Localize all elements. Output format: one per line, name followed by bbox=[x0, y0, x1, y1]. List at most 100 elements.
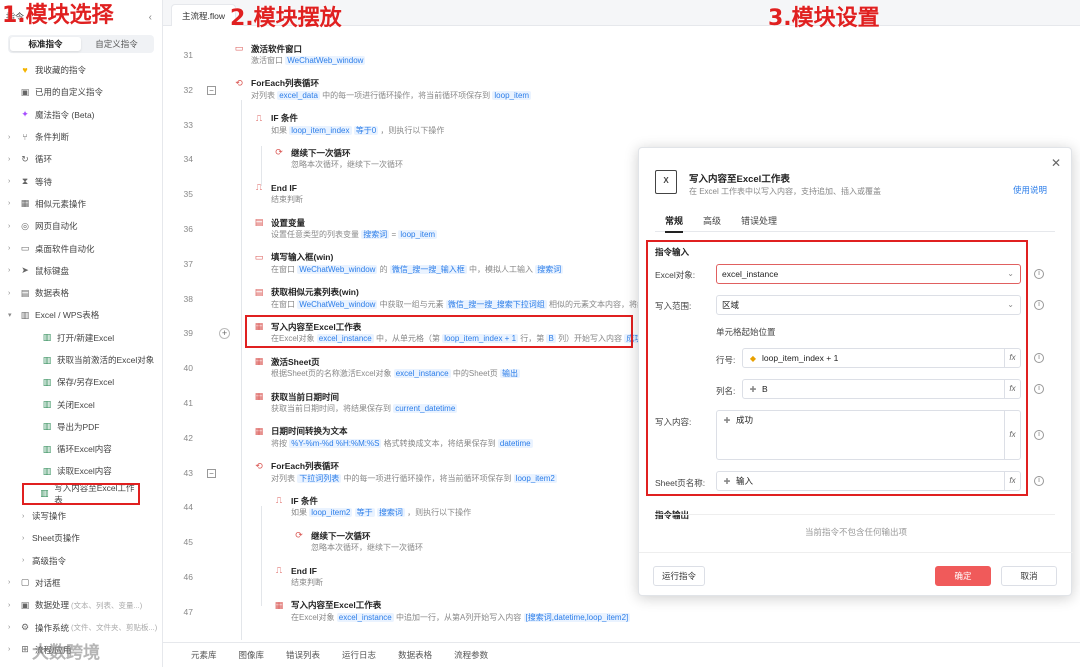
flow-node[interactable]: ▦ 激活Sheet页 根据Sheet页的名称激活Excel对象 excel_inst… bbox=[253, 355, 520, 380]
info-icon[interactable]: i bbox=[1034, 269, 1044, 279]
sidebar-excel-command-1[interactable]: ▥ 获取当前激活的Excel对象 bbox=[0, 349, 162, 371]
variable-chip[interactable]: loop_item2 bbox=[309, 508, 353, 518]
bottom-tab-4[interactable]: 数据表格 bbox=[398, 649, 432, 661]
fx-button[interactable]: fx bbox=[1004, 380, 1020, 398]
variable-chip[interactable]: 下拉词列表 bbox=[297, 473, 342, 483]
variable-chip[interactable]: 搜索词 bbox=[376, 508, 405, 518]
variable-chip[interactable]: %Y-%m-%d %H:%M:%S bbox=[289, 438, 382, 448]
variable-chip[interactable]: WeChatWeb_window bbox=[285, 56, 366, 65]
collapse-icon[interactable]: ‹ bbox=[149, 12, 152, 23]
sidebar-item-5[interactable]: › ⧗ 等待 bbox=[0, 170, 162, 192]
tab-error-handling[interactable]: 错误处理 bbox=[741, 214, 777, 227]
sidebar-item-11[interactable]: ▾ ▥ Excel / WPS表格 bbox=[0, 304, 162, 326]
column-input[interactable]: ✚ B fx bbox=[742, 379, 1021, 399]
flow-node[interactable]: ▤ 获取相似元素列表(win) 在窗口 WeChatWeb_window 中获取一组… bbox=[253, 286, 669, 311]
flow-node[interactable]: ▦ 获取当前日期时间 获取当前日期时间，将结果保存到 current_datetim… bbox=[253, 390, 458, 415]
variable-chip[interactable]: loop_item_index bbox=[289, 125, 352, 135]
run-command-button[interactable]: 运行指令 bbox=[653, 566, 705, 586]
flow-node[interactable]: ▭ 填写输入框(win) 在窗口 WeChatWeb_window 的 微信_搜一搜… bbox=[253, 251, 564, 276]
flow-node[interactable]: ▦ 日期时间转换为文本 将按 %Y-%m-%d %H:%M:%S 格式转换成文本，将… bbox=[253, 425, 533, 450]
sidebar-item-0[interactable]: ♥ 我收藏的指令 bbox=[0, 59, 162, 81]
flow-node[interactable]: ⎍ IF 条件 如果 loop_item2 等于 搜索词 ，则执行以下操作 bbox=[273, 494, 471, 519]
bottom-tab-2[interactable]: 错误列表 bbox=[286, 649, 320, 661]
sidebar-excel-command-2[interactable]: ▥ 保存/另存Excel bbox=[0, 371, 162, 393]
sidebar-excel-command-3[interactable]: ▥ 关闭Excel bbox=[0, 393, 162, 415]
flow-row[interactable]: 32 − ⟲ ForEach列表循环 对列表 excel_data 中的每一项进行循环操… bbox=[163, 71, 1080, 106]
sidebar-item-4[interactable]: › ↻ 循环 bbox=[0, 148, 162, 170]
flow-node[interactable]: ▤ 设置变量 设置任意类型的列表变量 搜索词 = loop_item bbox=[253, 216, 438, 241]
fx-button[interactable]: fx bbox=[1004, 411, 1020, 459]
sidebar-bottom-item-0[interactable]: › ▢ 对话框 bbox=[0, 572, 162, 594]
flow-node[interactable]: ⎍ IF 条件 如果 loop_item_index 等于0 ，则执行以下操作 bbox=[253, 112, 444, 137]
sidebar-item-2[interactable]: ✦ 魔法指令 (Beta) bbox=[0, 104, 162, 126]
info-icon[interactable]: i bbox=[1034, 300, 1044, 310]
flow-node[interactable]: ⎍ End IF 结束判断 bbox=[273, 564, 323, 589]
flow-node[interactable]: ⟳ 继续下一次循环 忽略本次循环，继续下一次循环 bbox=[293, 529, 423, 554]
variable-chip[interactable]: excel_instance bbox=[336, 612, 394, 622]
sidebar-excel-group-0[interactable]: › 读写操作 bbox=[0, 505, 162, 527]
flow-node[interactable]: ▦ 写入内容至Excel工作表 在Excel对象 excel_instance 中追… bbox=[273, 599, 631, 624]
variable-chip[interactable]: current_datetime bbox=[393, 404, 458, 413]
variable-chip[interactable]: 搜索词 bbox=[361, 230, 390, 239]
bottom-tab-1[interactable]: 图像库 bbox=[239, 649, 265, 661]
variable-chip[interactable]: WeChatWeb_window bbox=[297, 264, 378, 274]
tab-main-flow[interactable]: 主流程.flow bbox=[171, 4, 236, 26]
variable-chip[interactable]: excel_data bbox=[277, 90, 320, 100]
bottom-tab-3[interactable]: 运行日志 bbox=[342, 649, 376, 661]
sidebar-item-8[interactable]: › ▭ 桌面软件自动化 bbox=[0, 237, 162, 259]
cancel-button[interactable]: 取消 bbox=[1001, 566, 1057, 586]
flow-row[interactable]: 31 ▭ 激活软件窗口 激活窗口 WeChatWeb_window bbox=[163, 36, 1080, 71]
variable-chip[interactable]: loop_item bbox=[398, 230, 438, 239]
tab-advanced[interactable]: 高级 bbox=[703, 214, 721, 227]
info-icon[interactable]: i bbox=[1034, 353, 1044, 363]
variable-chip[interactable]: loop_item bbox=[492, 90, 532, 100]
info-icon[interactable]: i bbox=[1034, 384, 1044, 394]
excel-object-select[interactable]: excel_instance ⌄ bbox=[716, 264, 1021, 284]
help-link[interactable]: 使用说明 bbox=[1013, 184, 1047, 196]
info-icon[interactable]: i bbox=[1034, 476, 1044, 486]
sidebar-item-7[interactable]: › ◎ 网页自动化 bbox=[0, 215, 162, 237]
write-range-select[interactable]: 区域 ⌄ bbox=[716, 295, 1021, 315]
fx-button[interactable]: fx bbox=[1004, 472, 1020, 490]
variable-chip[interactable]: excel_instance bbox=[393, 369, 451, 379]
add-icon[interactable]: + bbox=[219, 328, 230, 340]
variable-chip[interactable]: [搜索词,datetime,loop_item2] bbox=[523, 612, 631, 622]
row-input[interactable]: ◆ loop_item_index + 1 fx bbox=[742, 348, 1021, 368]
variable-chip[interactable]: loop_item2 bbox=[513, 473, 557, 483]
sheet-name-input[interactable]: ✚ 输入 fx bbox=[716, 471, 1021, 491]
sidebar-item-9[interactable]: › ➤ 鼠标键盘 bbox=[0, 260, 162, 282]
sidebar-excel-command-7[interactable]: ▥ 写入内容至Excel工作表 bbox=[22, 482, 140, 505]
flow-row[interactable]: 33 ⎍ IF 条件 如果 loop_item_index 等于0 ，则执行以下操作 bbox=[163, 106, 1080, 141]
ok-button[interactable]: 确定 bbox=[935, 566, 991, 586]
flow-row[interactable]: 47 ▦ 写入内容至Excel工作表 在Excel对象 excel_instance … bbox=[163, 593, 1080, 628]
close-icon[interactable]: ✕ bbox=[1051, 156, 1061, 170]
tab-general[interactable]: 常规 bbox=[665, 214, 684, 233]
sidebar-excel-command-0[interactable]: ▥ 打开/新建Excel bbox=[0, 327, 162, 349]
flow-node[interactable]: ⟳ 继续下一次循环 忽略本次循环，继续下一次循环 bbox=[273, 146, 403, 171]
sidebar-excel-group-2[interactable]: › 高级指令 bbox=[0, 550, 162, 572]
sidebar-excel-command-4[interactable]: ▥ 导出为PDF bbox=[0, 416, 162, 438]
fx-button[interactable]: fx bbox=[1004, 349, 1020, 367]
flow-node[interactable]: ⟲ ForEach列表循环 对列表 excel_data 中的每一项进行循环操作，将… bbox=[233, 77, 532, 102]
variable-chip[interactable]: WeChatWeb_window bbox=[297, 299, 378, 309]
variable-chip[interactable]: 微信_搜一搜_输入框 bbox=[389, 264, 467, 274]
sidebar-bottom-item-1[interactable]: › ▣ 数据处理 (文本、列表、变量...) bbox=[0, 594, 162, 616]
info-icon[interactable]: i bbox=[1034, 430, 1044, 440]
collapse-toggle-icon[interactable]: − bbox=[207, 85, 216, 95]
content-textarea[interactable]: ✚ 成功 fx bbox=[716, 410, 1021, 460]
sidebar-excel-group-1[interactable]: › Sheet页操作 bbox=[0, 527, 162, 549]
variable-chip[interactable]: 微信_搜一搜_搜索下拉词组 bbox=[445, 299, 547, 309]
sidebar-item-3[interactable]: › ⑂ 条件判断 bbox=[0, 126, 162, 148]
flow-node[interactable]: ▭ 激活软件窗口 激活窗口 WeChatWeb_window bbox=[233, 42, 366, 67]
variable-chip[interactable]: datetime bbox=[497, 438, 533, 448]
sidebar-bottom-item-2[interactable]: › ⚙ 操作系统 (文件、文件夹、剪贴板...) bbox=[0, 616, 162, 638]
tab-custom-commands[interactable]: 自定义指令 bbox=[81, 37, 152, 51]
variable-chip[interactable]: 等于0 bbox=[353, 125, 379, 135]
sidebar-excel-command-5[interactable]: ▥ 循环Excel内容 bbox=[0, 438, 162, 460]
bottom-tab-0[interactable]: 元素库 bbox=[191, 649, 217, 661]
variable-chip[interactable]: 等于 bbox=[354, 508, 375, 518]
sidebar-item-6[interactable]: › ▦ 相似元素操作 bbox=[0, 193, 162, 215]
bottom-tab-5[interactable]: 流程参数 bbox=[454, 649, 488, 661]
sidebar-item-1[interactable]: ▣ 已用的自定义指令 bbox=[0, 81, 162, 103]
variable-chip[interactable]: 搜索词 bbox=[535, 264, 564, 274]
